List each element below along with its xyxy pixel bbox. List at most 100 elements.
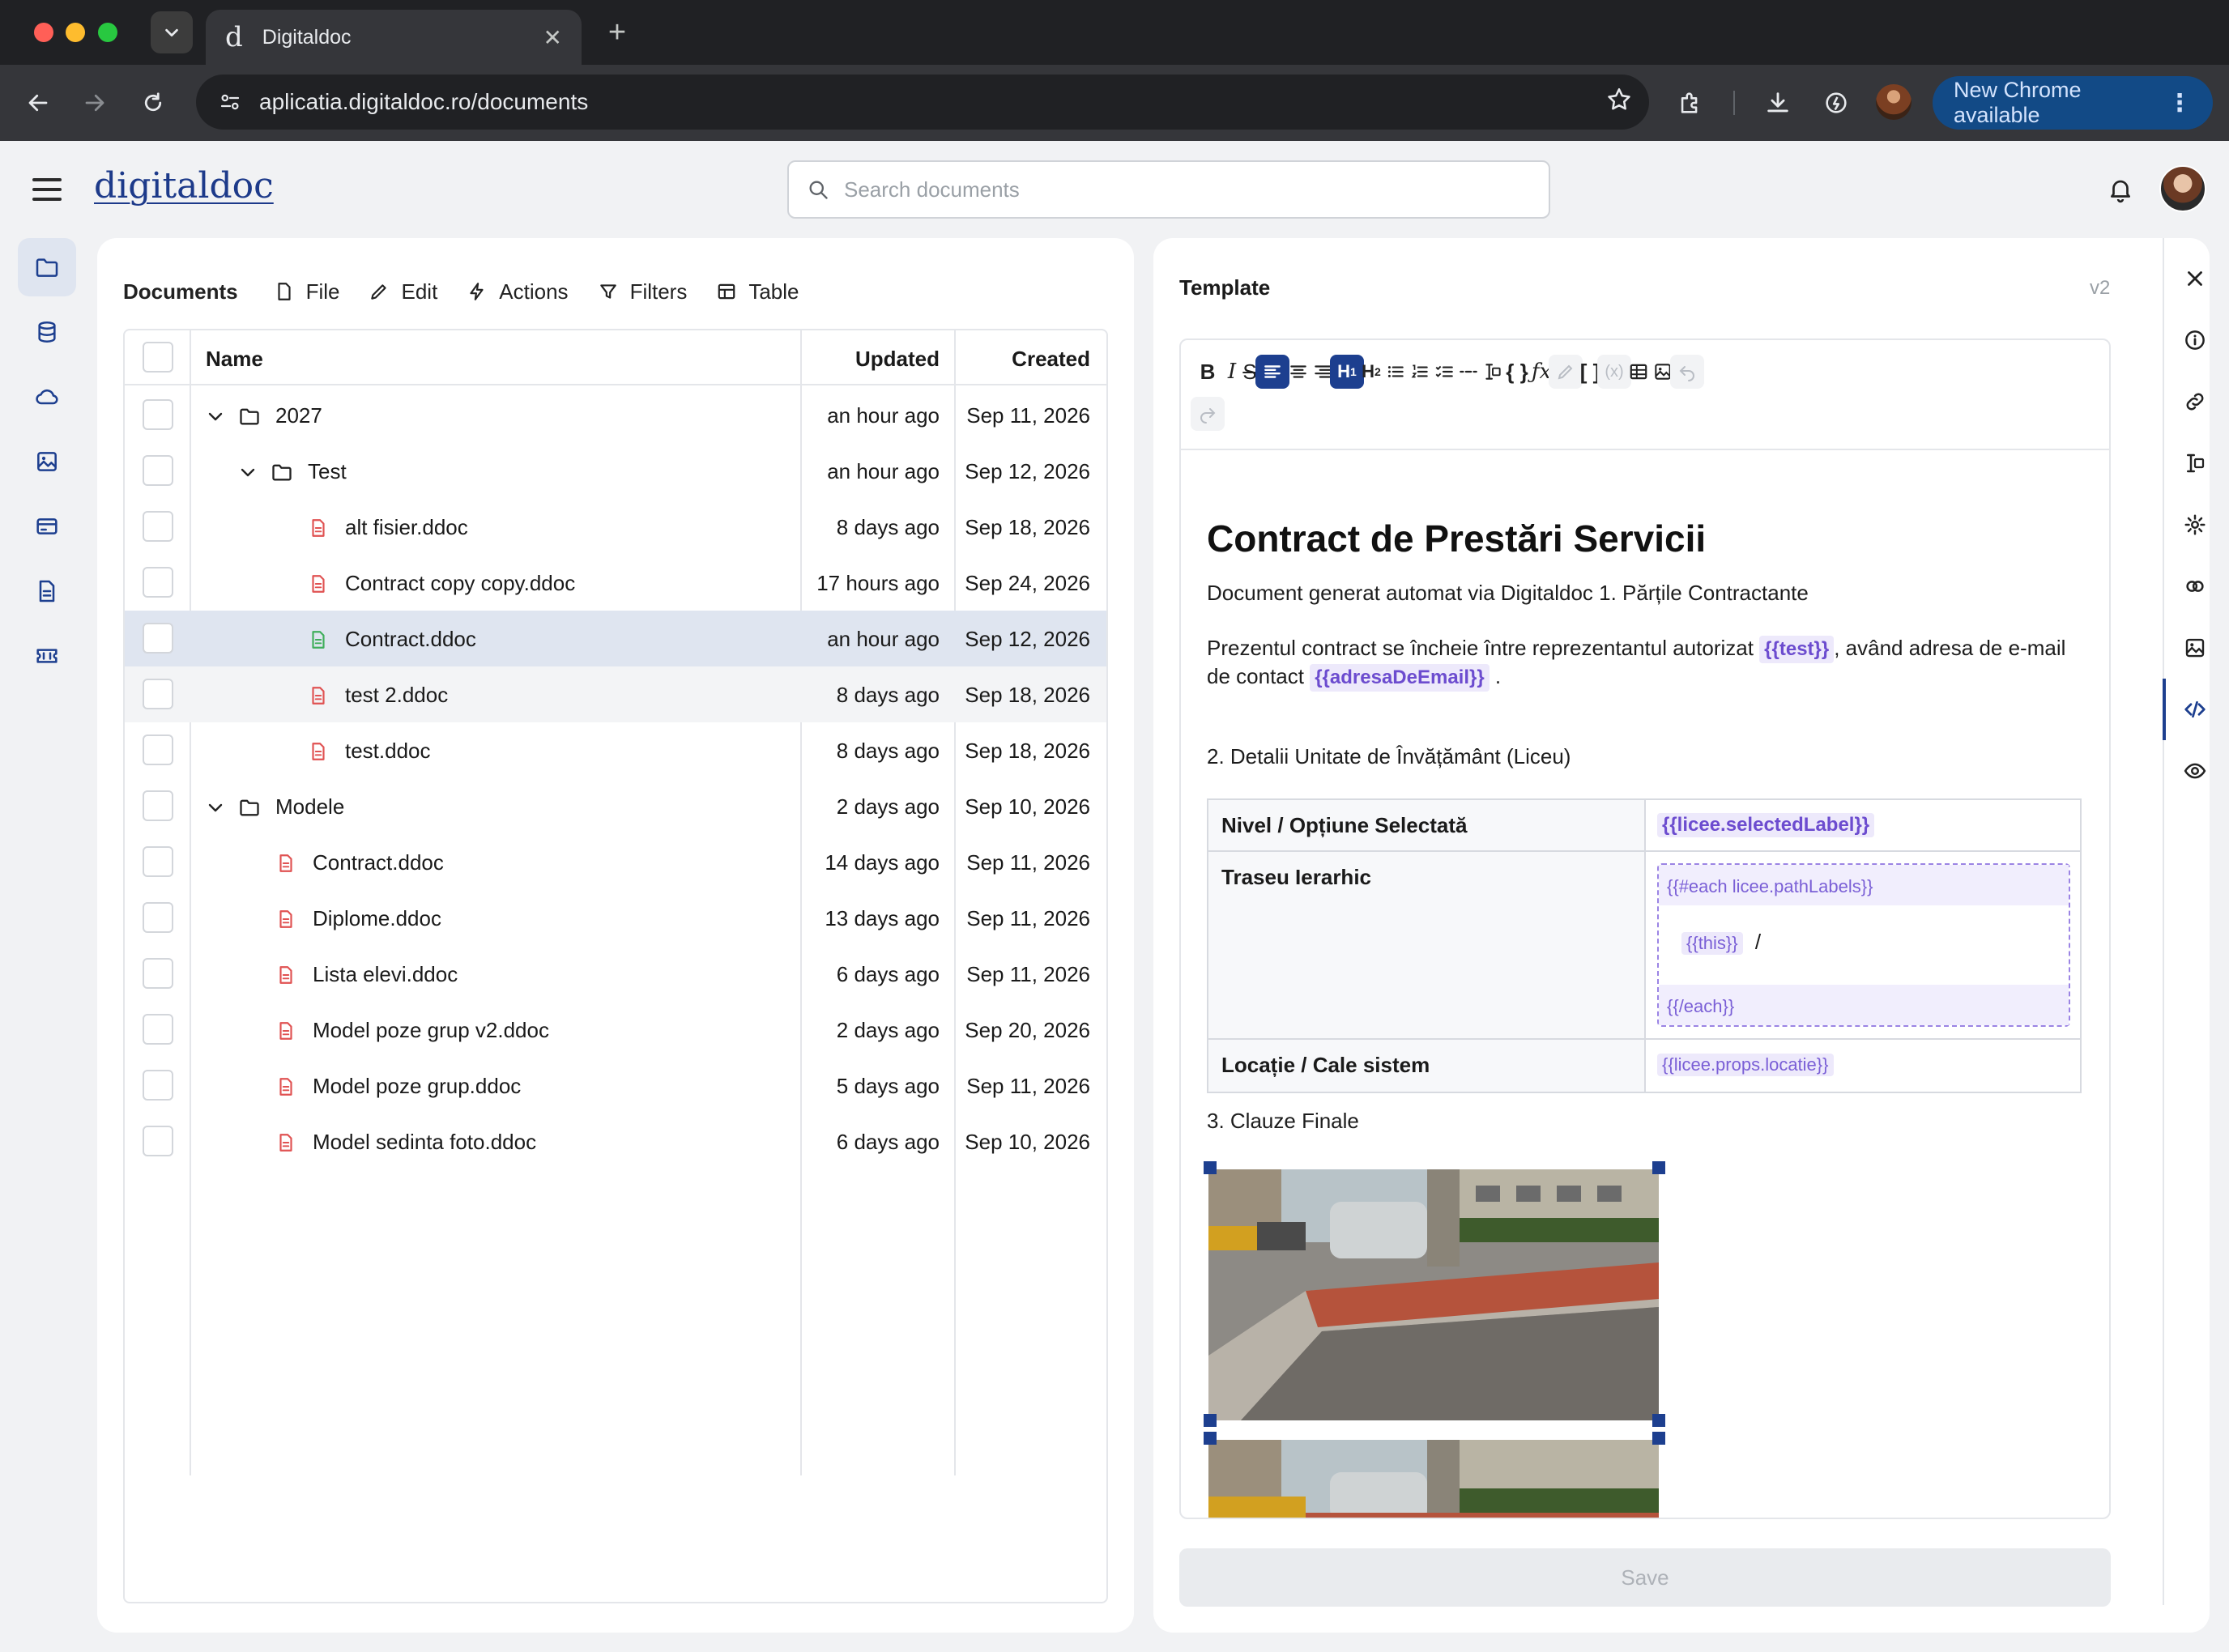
folder-name-cell[interactable]: Test (238, 459, 347, 484)
menu-icon[interactable] (29, 172, 65, 207)
editor-content[interactable]: Contract de Prestări Servicii Document g… (1181, 450, 2109, 1518)
variable-tag-email[interactable]: {{adresaDeEmail}} (1310, 664, 1490, 692)
table-row[interactable]: Contract.ddoc an hour ago Sep 12, 2026 (125, 611, 1106, 666)
each-loop-block[interactable]: {{#each licee.pathLabels}} {{this}} / {{… (1657, 863, 2070, 1027)
search-box[interactable] (787, 160, 1550, 219)
file-name-cell[interactable]: Lista elevi.ddoc (275, 962, 458, 987)
resize-handle[interactable] (1652, 1432, 1665, 1445)
row-checkbox[interactable] (143, 1070, 173, 1101)
resize-handle[interactable] (1652, 1161, 1665, 1174)
file-name-cell[interactable]: Model poze grup.ddoc (275, 1074, 521, 1099)
resize-handle[interactable] (1204, 1161, 1217, 1174)
site-settings-icon[interactable] (212, 84, 248, 120)
file-name-cell[interactable]: Contract.ddoc (308, 627, 476, 652)
settings-button[interactable] (2179, 509, 2211, 541)
nav-database[interactable] (18, 303, 76, 361)
tab-search-button[interactable] (151, 11, 193, 53)
image-block[interactable] (1204, 1161, 1665, 1518)
back-button[interactable] (18, 83, 58, 123)
forward-button[interactable] (75, 83, 115, 123)
edit-menu-button[interactable]: Edit (369, 279, 437, 304)
chrome-profile-avatar[interactable] (1876, 84, 1911, 120)
table-row[interactable]: Test an hour ago Sep 12, 2026 (125, 443, 1106, 499)
column-header-updated[interactable]: Updated (855, 347, 940, 372)
search-input[interactable] (844, 177, 1531, 202)
folder-name-cell[interactable]: Modele (206, 794, 344, 820)
bookmark-star-icon[interactable] (1605, 86, 1633, 119)
window-minimize-button[interactable] (66, 23, 85, 42)
table-row[interactable]: test.ddoc 8 days ago Sep 18, 2026 (125, 722, 1106, 778)
tab-close-icon[interactable]: ✕ (543, 24, 562, 51)
new-tab-button[interactable]: + (599, 15, 635, 50)
column-header-created[interactable]: Created (1012, 347, 1090, 372)
expand-toggle[interactable] (206, 798, 228, 817)
file-name-cell[interactable]: Contract.ddoc (275, 850, 444, 875)
performance-button[interactable] (1816, 83, 1856, 123)
row-checkbox[interactable] (143, 1014, 173, 1045)
row-checkbox[interactable] (143, 734, 173, 765)
extensions-button[interactable] (1670, 83, 1711, 123)
expand-toggle[interactable] (206, 407, 228, 426)
row-checkbox[interactable] (143, 1126, 173, 1156)
row-checkbox[interactable] (143, 511, 173, 542)
table-menu-button[interactable]: Table (716, 279, 799, 304)
row-checkbox[interactable] (143, 399, 173, 430)
resize-handle[interactable] (1204, 1414, 1217, 1427)
resize-handle[interactable] (1204, 1432, 1217, 1445)
images-button[interactable] (2179, 632, 2211, 664)
file-name-cell[interactable]: Model sedinta foto.ddoc (275, 1130, 536, 1155)
table-row[interactable]: Lista elevi.ddoc 6 days ago Sep 11, 2026 (125, 946, 1106, 1002)
expand-toggle[interactable] (238, 462, 261, 482)
street-photo[interactable] (1208, 1169, 1659, 1420)
file-name-cell[interactable]: alt fisier.ddoc (308, 515, 468, 540)
variable-tag-locatie[interactable]: {{licee.props.locatie}} (1657, 1054, 1834, 1076)
file-name-cell[interactable]: test 2.ddoc (308, 683, 448, 708)
nav-tickets[interactable] (18, 627, 76, 685)
notifications-bell-icon[interactable] (2103, 172, 2138, 207)
row-checkbox[interactable] (143, 679, 173, 709)
table-row[interactable]: Model sedinta foto.ddoc 6 days ago Sep 10,… (125, 1113, 1106, 1169)
preview-button[interactable] (2179, 755, 2211, 787)
undo-button[interactable] (1670, 355, 1704, 389)
window-close-button[interactable] (34, 23, 53, 42)
new-chrome-available-button[interactable]: New Chrome available ⋮ (1933, 76, 2213, 130)
row-checkbox[interactable] (143, 846, 173, 877)
table-row[interactable]: Contract copy copy.ddoc 17 hours ago Sep 2… (125, 555, 1106, 611)
file-name-cell[interactable]: Model poze grup v2.ddoc (275, 1018, 549, 1043)
reload-button[interactable] (133, 83, 173, 123)
row-checkbox[interactable] (143, 790, 173, 821)
file-name-cell[interactable]: Diplome.ddoc (275, 906, 441, 931)
links-button[interactable] (2179, 385, 2211, 418)
nav-images[interactable] (18, 432, 76, 491)
table-row[interactable]: 2027 an hour ago Sep 11, 2026 (125, 387, 1106, 443)
app-logo[interactable]: digitaldoc (94, 165, 274, 206)
table-row[interactable]: Model poze grup v2.ddoc 2 days ago Sep 20,… (125, 1002, 1106, 1058)
variable-tag-this[interactable]: {{this}} (1681, 932, 1743, 955)
downloads-button[interactable] (1758, 83, 1798, 123)
save-button[interactable]: Save (1179, 1548, 2111, 1607)
browser-tab-active[interactable]: d Digitaldoc ✕ (206, 10, 582, 65)
fields-button[interactable] (2179, 447, 2211, 479)
nav-files[interactable] (18, 562, 76, 620)
select-all-checkbox[interactable] (143, 342, 173, 373)
close-panel-button[interactable] (2179, 262, 2211, 295)
table-row[interactable]: alt fisier.ddoc 8 days ago Sep 18, 2026 (125, 499, 1106, 555)
column-header-name[interactable]: Name (206, 347, 263, 372)
filters-menu-button[interactable]: Filters (598, 279, 687, 304)
nav-cloud[interactable] (18, 368, 76, 426)
folder-name-cell[interactable]: 2027 (206, 403, 322, 428)
nav-cards[interactable] (18, 497, 76, 556)
file-name-cell[interactable]: Contract copy copy.ddoc (308, 571, 575, 596)
user-avatar[interactable] (2159, 165, 2206, 212)
variable-tag-test[interactable]: {{test}} (1759, 636, 1835, 663)
nav-documents[interactable] (18, 238, 76, 296)
resize-handle[interactable] (1652, 1414, 1665, 1427)
redo-button[interactable] (1191, 397, 1225, 431)
table-row[interactable]: test 2.ddoc 8 days ago Sep 18, 2026 (125, 666, 1106, 722)
row-checkbox[interactable] (143, 455, 173, 486)
connections-button[interactable] (2179, 570, 2211, 602)
table-row[interactable]: Modele 2 days ago Sep 10, 2026 (125, 778, 1106, 834)
row-checkbox[interactable] (143, 623, 173, 654)
window-zoom-button[interactable] (98, 23, 117, 42)
table-row[interactable]: Model poze grup.ddoc 5 days ago Sep 11, 20… (125, 1058, 1106, 1113)
